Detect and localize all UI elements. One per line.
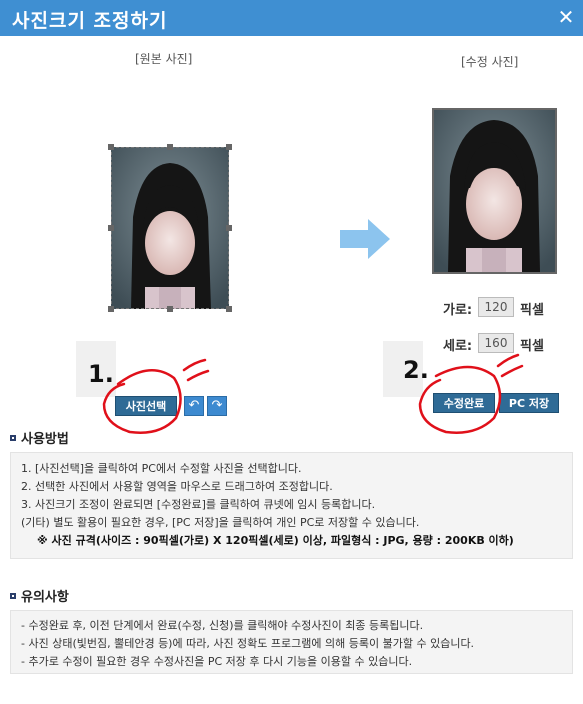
usage-line: 3. 사진크기 조정이 완료되면 [수정완료]를 클릭하여 큐넷에 임시 등록합… xyxy=(21,498,376,511)
crop-handle[interactable] xyxy=(108,144,114,150)
width-value: 120 xyxy=(478,297,514,317)
arrow-right-icon xyxy=(340,219,390,263)
usage-line: 1. [사진선택]을 클릭하여 PC에서 수정할 사진을 선택합니다. xyxy=(21,462,302,475)
bullet-icon xyxy=(10,434,16,441)
step2-annotation: 2. xyxy=(403,356,429,384)
caution-line: - 수정완료 후, 이전 단계에서 완료(수정, 신청)를 클릭해야 수정사진이… xyxy=(21,619,424,632)
crop-handle[interactable] xyxy=(226,225,232,231)
cautions-section-title: 유의사항 xyxy=(10,586,69,605)
rotate-right-icon[interactable]: ↷ xyxy=(207,396,227,416)
caution-line: - 사진 상태(빛번짐, 뿔테안경 등)에 따라, 사진 정확도 프로그램에 의… xyxy=(21,637,475,650)
step1-annotation: 1. xyxy=(88,360,114,388)
height-value: 160 xyxy=(478,333,514,353)
bullet-icon xyxy=(10,592,16,599)
window-title: 사진크기 조정하기 xyxy=(12,10,168,32)
original-photo-label: [원본 사진] xyxy=(135,52,193,66)
crop-handle[interactable] xyxy=(108,225,114,231)
crop-frame[interactable] xyxy=(111,147,229,309)
width-label: 가로: xyxy=(443,303,473,318)
height-label: 세로: xyxy=(443,339,473,354)
usage-section-title: 사용방법 xyxy=(10,428,69,447)
complete-edit-button[interactable]: 수정완료 xyxy=(433,393,495,413)
pc-save-button[interactable]: PC 저장 xyxy=(499,393,559,413)
usage-line: 2. 선택한 사진에서 사용할 영역을 마우스로 드래그하여 조정합니다. xyxy=(21,480,333,493)
select-photo-button[interactable]: 사진선택 xyxy=(115,396,177,416)
cautions-box: - 수정완료 후, 이전 단계에서 완료(수정, 신청)를 클릭해야 수정사진이… xyxy=(10,610,573,674)
usage-title-text: 사용방법 xyxy=(21,432,69,447)
crop-handle[interactable] xyxy=(108,306,114,312)
crop-handle[interactable] xyxy=(167,306,173,312)
close-icon[interactable]: ✕ xyxy=(555,6,577,28)
title-bar: 사진크기 조정하기 ✕ xyxy=(0,0,583,36)
usage-box: 1. [사진선택]을 클릭하여 PC에서 수정할 사진을 선택합니다. 2. 선… xyxy=(10,452,573,559)
caution-line: - 추가로 수정이 필요한 경우 수정사진을 PC 저장 후 다시 기능을 이용… xyxy=(21,655,413,668)
crop-handle[interactable] xyxy=(226,144,232,150)
edited-photo-label: [수정 사진] xyxy=(461,55,519,69)
width-unit: 픽셀 xyxy=(520,303,544,318)
cautions-title-text: 유의사항 xyxy=(21,590,69,605)
crop-handle[interactable] xyxy=(226,306,232,312)
usage-line: (기타) 별도 활용이 필요한 경우, [PC 저장]을 클릭하여 개인 PC로… xyxy=(21,516,420,529)
height-unit: 픽셀 xyxy=(520,339,544,354)
rotate-left-icon[interactable]: ↶ xyxy=(184,396,204,416)
edited-photo xyxy=(432,108,557,274)
crop-handle[interactable] xyxy=(167,144,173,150)
photo-spec-note: ※ 사진 규격(사이즈 : 90픽셀(가로) X 120픽셀(세로) 이상, 파… xyxy=(37,534,514,547)
